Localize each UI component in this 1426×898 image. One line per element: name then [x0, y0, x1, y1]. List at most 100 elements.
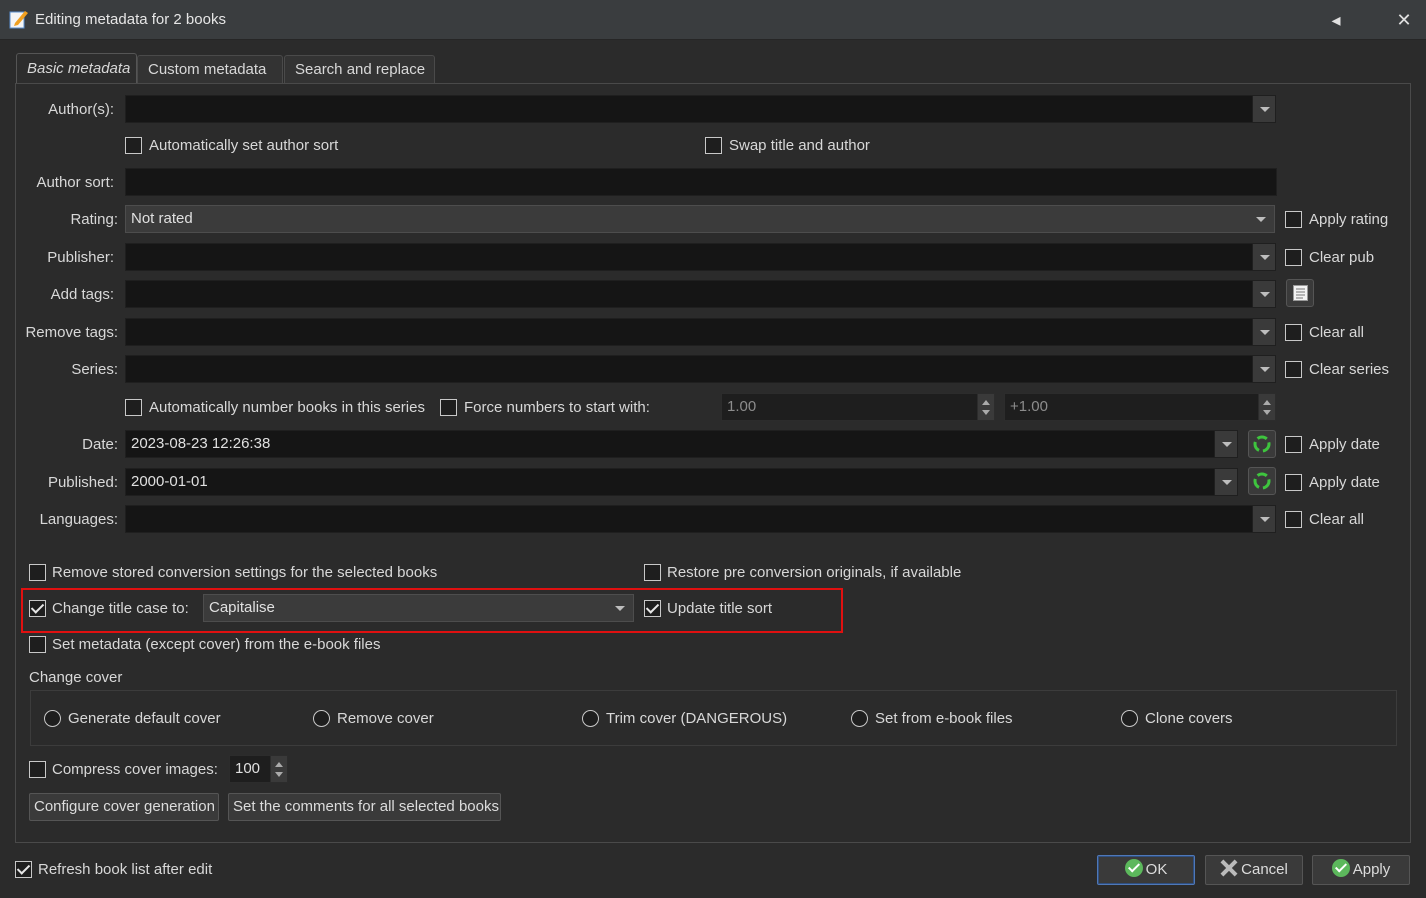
- date-label: Date:: [82, 436, 118, 453]
- swap-title-author-checkbox[interactable]: [705, 137, 722, 154]
- published-input[interactable]: 2000-01-01: [125, 468, 1215, 496]
- chevron-down-icon: [275, 772, 283, 777]
- series-increment-spinbox[interactable]: +1.00: [1004, 393, 1259, 421]
- set-from-files-label: Set from e-book files: [875, 710, 1013, 727]
- force-numbers-checkbox[interactable]: [440, 399, 457, 416]
- auto-number-checkbox[interactable]: [125, 399, 142, 416]
- trim-cover-radio[interactable]: [582, 710, 599, 727]
- remove-cover-label: Remove cover: [337, 710, 434, 727]
- window-title: Editing metadata for 2 books: [35, 11, 226, 28]
- clone-covers-radio[interactable]: [1121, 710, 1138, 727]
- apply-label: Apply: [1352, 861, 1391, 878]
- check-icon: [1331, 859, 1350, 877]
- clear-pub-checkbox[interactable]: [1285, 249, 1302, 266]
- tab-custom-metadata[interactable]: Custom metadata: [137, 55, 283, 83]
- force-numbers-label: Force numbers to start with:: [464, 399, 650, 416]
- series-start-spinbox[interactable]: 1.00: [721, 393, 979, 421]
- chevron-down-icon: [1263, 410, 1271, 415]
- remove-tags-input[interactable]: [125, 318, 1253, 346]
- series-label: Series:: [71, 361, 118, 378]
- title-case-value: Capitalise: [209, 599, 275, 616]
- set-metadata-checkbox[interactable]: [29, 636, 46, 653]
- clear-pub-label: Clear pub: [1309, 249, 1375, 266]
- generate-cover-radio[interactable]: [44, 710, 61, 727]
- clear-languages-label: Clear all: [1309, 511, 1365, 528]
- recycle-icon: [1253, 435, 1271, 453]
- remove-conversion-checkbox[interactable]: [29, 564, 46, 581]
- apply-rating-checkbox[interactable]: [1285, 211, 1302, 228]
- rating-value: Not rated: [131, 210, 193, 227]
- chevron-up-icon: [275, 762, 283, 767]
- published-clear-button[interactable]: [1248, 467, 1276, 495]
- rating-select[interactable]: Not rated: [125, 205, 1275, 233]
- remove-tags-dropdown-icon[interactable]: [1252, 318, 1276, 346]
- chevron-down-icon: [982, 410, 990, 415]
- date-dropdown-icon[interactable]: [1214, 430, 1238, 458]
- restore-originals-checkbox[interactable]: [644, 564, 661, 581]
- compress-value-spinbox[interactable]: 100: [229, 755, 271, 783]
- set-comments-button[interactable]: Set the comments for all selected books: [228, 793, 501, 821]
- apply-button[interactable]: Apply: [1312, 855, 1410, 885]
- update-title-sort-checkbox[interactable]: [644, 600, 661, 617]
- set-metadata-label: Set metadata (except cover) from the e-b…: [52, 636, 381, 653]
- compress-cover-checkbox[interactable]: [29, 761, 46, 778]
- compress-stepper[interactable]: [270, 755, 288, 783]
- close-icon[interactable]: ✕: [1392, 8, 1416, 32]
- cancel-button[interactable]: Cancel: [1205, 855, 1303, 885]
- auto-number-label: Automatically number books in this serie…: [149, 399, 425, 416]
- check-icon: [1124, 859, 1143, 877]
- update-title-sort-label: Update title sort: [667, 600, 773, 617]
- auto-author-sort-checkbox[interactable]: [125, 137, 142, 154]
- clear-languages-checkbox[interactable]: [1285, 511, 1302, 528]
- author-sort-label: Author sort:: [36, 174, 114, 191]
- date-today-button[interactable]: [1248, 430, 1276, 458]
- add-tags-dropdown-icon[interactable]: [1252, 280, 1276, 308]
- generate-cover-label: Generate default cover: [68, 710, 221, 727]
- series-input[interactable]: [125, 355, 1253, 383]
- refresh-list-checkbox[interactable]: [15, 861, 32, 878]
- tag-editor-button[interactable]: [1286, 279, 1314, 307]
- ok-label: OK: [1145, 861, 1168, 878]
- tab-basic-metadata[interactable]: Basic metadata: [16, 53, 137, 84]
- set-from-files-radio[interactable]: [851, 710, 868, 727]
- languages-input[interactable]: [125, 505, 1253, 533]
- tab-search-replace[interactable]: Search and replace: [284, 55, 435, 83]
- collapse-icon[interactable]: ◂: [1324, 8, 1348, 32]
- change-cover-heading: Change cover: [29, 669, 123, 686]
- configure-cover-button[interactable]: Configure cover generation: [29, 793, 219, 821]
- series-dropdown-icon[interactable]: [1252, 355, 1276, 383]
- languages-dropdown-icon[interactable]: [1252, 505, 1276, 533]
- swap-title-author-label: Swap title and author: [729, 137, 870, 154]
- chevron-down-icon: [1256, 217, 1266, 222]
- title-case-select[interactable]: Capitalise: [203, 594, 634, 622]
- title-bar: Editing metadata for 2 books ◂ ✕: [0, 0, 1426, 40]
- apply-date-checkbox[interactable]: [1285, 436, 1302, 453]
- change-title-case-checkbox[interactable]: [29, 600, 46, 617]
- recycle-icon: [1253, 472, 1271, 490]
- compress-cover-label: Compress cover images:: [52, 761, 218, 778]
- restore-originals-label: Restore pre conversion originals, if ava…: [667, 564, 962, 581]
- series-start-stepper[interactable]: [977, 393, 995, 421]
- languages-label: Languages:: [39, 511, 118, 528]
- remove-conversion-label: Remove stored conversion settings for th…: [52, 564, 438, 581]
- authors-dropdown-icon[interactable]: [1252, 95, 1276, 123]
- clear-all-tags-label: Clear all: [1309, 324, 1365, 341]
- refresh-list-label: Refresh book list after edit: [38, 861, 213, 878]
- remove-cover-radio[interactable]: [313, 710, 330, 727]
- rating-label: Rating:: [70, 211, 118, 228]
- published-dropdown-icon[interactable]: [1214, 468, 1238, 496]
- clear-all-tags-checkbox[interactable]: [1285, 324, 1302, 341]
- date-input[interactable]: 2023-08-23 12:26:38: [125, 430, 1215, 458]
- series-increment-stepper[interactable]: [1258, 393, 1276, 421]
- add-tags-input[interactable]: [125, 280, 1253, 308]
- publisher-input[interactable]: [125, 243, 1253, 271]
- author-sort-input[interactable]: [125, 168, 1277, 196]
- authors-input[interactable]: [125, 95, 1253, 123]
- publisher-dropdown-icon[interactable]: [1252, 243, 1276, 271]
- clone-covers-label: Clone covers: [1145, 710, 1233, 727]
- apply-pubdate-checkbox[interactable]: [1285, 474, 1302, 491]
- clear-series-checkbox[interactable]: [1285, 361, 1302, 378]
- ok-button[interactable]: OK: [1097, 855, 1195, 885]
- change-title-case-label: Change title case to:: [52, 600, 189, 617]
- publisher-label: Publisher:: [47, 249, 114, 266]
